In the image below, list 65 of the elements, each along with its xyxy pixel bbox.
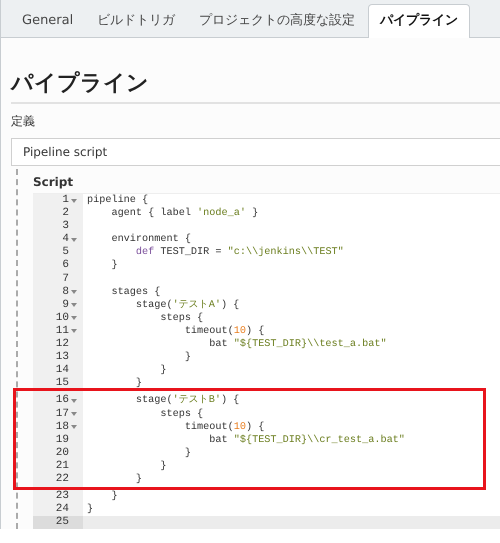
code-line: } — [134, 378, 142, 390]
fold-caret-icon[interactable] — [71, 290, 77, 294]
code-editor[interactable] — [33, 193, 500, 530]
line-number: 13 — [56, 351, 69, 364]
line-number: 4 — [62, 233, 69, 246]
line-number: 15 — [56, 377, 69, 390]
line-number: 24 — [56, 503, 69, 516]
section-title: パイプライン — [11, 68, 500, 104]
fold-caret-icon[interactable] — [71, 329, 77, 334]
line-number: 18 — [56, 420, 69, 434]
code-line: } — [184, 352, 191, 364]
code-line: } — [184, 448, 191, 459]
definition-select[interactable]: Pipeline script — [11, 138, 500, 166]
fold-caret-icon[interactable] — [71, 425, 77, 430]
line-number: 2 — [62, 207, 69, 220]
code-line: } — [134, 474, 142, 485]
tab[interactable]: プロジェクトの高度な設定 — [188, 5, 366, 37]
line-number: 6 — [62, 259, 69, 273]
line-number: 25 — [56, 516, 69, 530]
line-number: 10 — [56, 312, 69, 325]
code-line: steps { — [159, 312, 204, 324]
code-line: steps { — [159, 408, 204, 420]
line-number: 19 — [56, 434, 69, 447]
code-line: } — [87, 504, 94, 516]
code-line: } — [159, 460, 166, 472]
fold-caret-icon[interactable] — [71, 238, 77, 242]
line-number: 1 — [62, 194, 69, 208]
line-number: 11 — [56, 324, 69, 338]
code-line: stage('テストB') { — [134, 395, 240, 406]
script-label: Script — [33, 174, 74, 191]
code-line: } — [110, 260, 118, 272]
line-number: 5 — [62, 246, 69, 260]
line-number: 22 — [56, 472, 69, 486]
line-number: 7 — [62, 272, 69, 286]
fold-caret-icon[interactable] — [71, 398, 77, 403]
line-number: 23 — [56, 490, 69, 504]
line-number: 20 — [56, 446, 69, 460]
line-number: 9 — [62, 298, 69, 312]
code-line: stages { — [110, 286, 160, 298]
line-number: 21 — [56, 460, 69, 473]
code-line: timeout(10) { — [184, 326, 264, 337]
line-number: 14 — [56, 364, 69, 378]
code-line: } — [159, 365, 166, 376]
code-line: pipeline { — [87, 195, 148, 206]
code-line: agent { label 'node_a' } — [110, 208, 258, 220]
code-line: bat "${TEST_DIR}\\test_a.bat" — [208, 339, 387, 350]
fold-caret-icon[interactable] — [71, 198, 77, 203]
line-number: 16 — [56, 394, 69, 408]
tab[interactable]: General — [11, 5, 84, 37]
fold-caret-icon[interactable] — [71, 303, 77, 308]
code-line: } — [110, 491, 118, 502]
tab[interactable]: ビルドトリガ — [86, 5, 186, 37]
code-line: def TEST_DIR = "c:\\jenkins\\TEST" — [134, 247, 344, 258]
line-number: 3 — [62, 220, 69, 234]
line-number: 17 — [56, 408, 69, 421]
line-number: 12 — [56, 338, 69, 352]
code-line: bat "${TEST_DIR}\\cr_test_a.bat" — [208, 434, 405, 446]
code-line: environment { — [110, 234, 191, 246]
fold-caret-icon[interactable] — [71, 412, 77, 416]
definition-label: 定義 — [11, 113, 36, 130]
line-number: 8 — [62, 286, 69, 299]
tab[interactable]: パイプライン — [368, 4, 470, 38]
code-line: timeout(10) { — [184, 422, 264, 433]
fold-caret-icon[interactable] — [71, 316, 77, 320]
code-line: stage('テストA') { — [134, 300, 240, 311]
